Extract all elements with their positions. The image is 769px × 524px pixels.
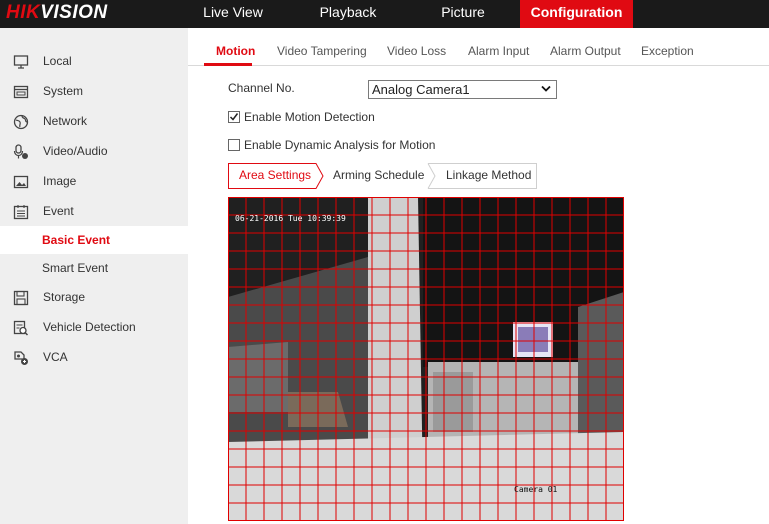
sidebar-item-label: Storage <box>43 290 86 304</box>
active-tab-indicator <box>204 63 252 66</box>
tab-alarm-input[interactable]: Alarm Input <box>468 43 529 65</box>
sidebar-item-label: Vehicle Detection <box>43 320 136 334</box>
nav-playback[interactable]: Playback <box>303 0 393 28</box>
system-icon <box>13 85 29 99</box>
subtab-linkage-method[interactable]: Linkage Method <box>446 163 531 189</box>
sidebar-item-vehicle-detection[interactable]: Vehicle Detection <box>0 313 188 341</box>
globe-icon <box>13 114 29 130</box>
channel-label: Channel No. <box>228 81 295 95</box>
video-timestamp: 06-21-2016 Tue 10:39:39 <box>235 214 346 223</box>
sidebar-item-storage[interactable]: Storage <box>0 283 188 311</box>
sidebar-item-event[interactable]: Event <box>0 197 188 225</box>
sidebar-item-label: System <box>43 84 84 98</box>
floppy-icon <box>13 290 29 306</box>
sidebar-subitem-basic-event[interactable]: Basic Event <box>0 226 188 254</box>
sidebar-subitem-smart-event[interactable]: Smart Event <box>0 254 188 282</box>
sidebar-item-label: Local <box>43 54 72 68</box>
enable-motion-detection-label: Enable Motion Detection <box>244 110 375 124</box>
sidebar: Local System Network Video/Audio Image E… <box>0 28 188 524</box>
sidebar-item-label: Event <box>43 204 74 218</box>
chevron-down-icon <box>541 85 551 92</box>
video-preview[interactable]: 06-21-2016 Tue 10:39:39 Camera 01 <box>228 197 624 521</box>
sidebar-item-system[interactable]: System <box>0 77 188 105</box>
subtab-arming-schedule[interactable]: Arming Schedule <box>333 163 424 189</box>
sidebar-subitem-label: Smart Event <box>42 261 109 275</box>
subtab-area-settings[interactable]: Area Settings <box>239 163 311 189</box>
calendar-icon <box>13 205 29 220</box>
video-camera-name: Camera 01 <box>514 485 558 494</box>
event-tabs: Motion Video Tampering Video Loss Alarm … <box>188 38 769 66</box>
vehicle-search-icon <box>13 320 29 336</box>
sidebar-item-network[interactable]: Network <box>0 107 188 135</box>
tab-video-loss[interactable]: Video Loss <box>387 43 446 65</box>
sidebar-item-local[interactable]: Local <box>0 47 188 75</box>
channel-select-value: Analog Camera1 <box>372 82 470 97</box>
sidebar-item-video-audio[interactable]: Video/Audio <box>0 137 188 165</box>
tab-video-tampering[interactable]: Video Tampering <box>277 43 367 65</box>
image-icon <box>13 175 29 189</box>
sidebar-item-image[interactable]: Image <box>0 167 188 195</box>
top-navigation-bar: HIKVISION Live View Playback Picture Con… <box>0 0 769 28</box>
tab-alarm-output[interactable]: Alarm Output <box>550 43 621 65</box>
sidebar-item-label: Video/Audio <box>43 144 108 158</box>
vca-icon <box>14 351 28 365</box>
channel-select[interactable]: Analog Camera1 <box>368 80 557 99</box>
sidebar-item-label: Image <box>43 174 77 188</box>
sidebar-item-label: Network <box>43 114 88 128</box>
hikvision-logo: HIKVISION <box>6 2 108 23</box>
tab-exception[interactable]: Exception <box>641 43 694 65</box>
app-window: HIKVISION Live View Playback Picture Con… <box>0 0 769 524</box>
checkmark-icon <box>229 113 239 121</box>
tab-motion[interactable]: Motion <box>216 43 255 65</box>
enable-motion-detection-checkbox[interactable] <box>228 111 240 123</box>
monitor-icon <box>13 55 29 69</box>
nav-picture[interactable]: Picture <box>418 0 508 28</box>
nav-live-view[interactable]: Live View <box>188 0 278 28</box>
sidebar-item-vca[interactable]: VCA <box>0 343 188 371</box>
enable-dynamic-analysis-checkbox[interactable] <box>228 139 240 151</box>
sidebar-subitem-label: Basic Event <box>42 233 111 247</box>
microphone-icon <box>13 144 28 159</box>
enable-dynamic-analysis-label: Enable Dynamic Analysis for Motion <box>244 138 436 152</box>
camera-scene <box>228 197 624 521</box>
sidebar-item-label: VCA <box>43 350 68 364</box>
nav-configuration[interactable]: Configuration <box>520 0 633 28</box>
